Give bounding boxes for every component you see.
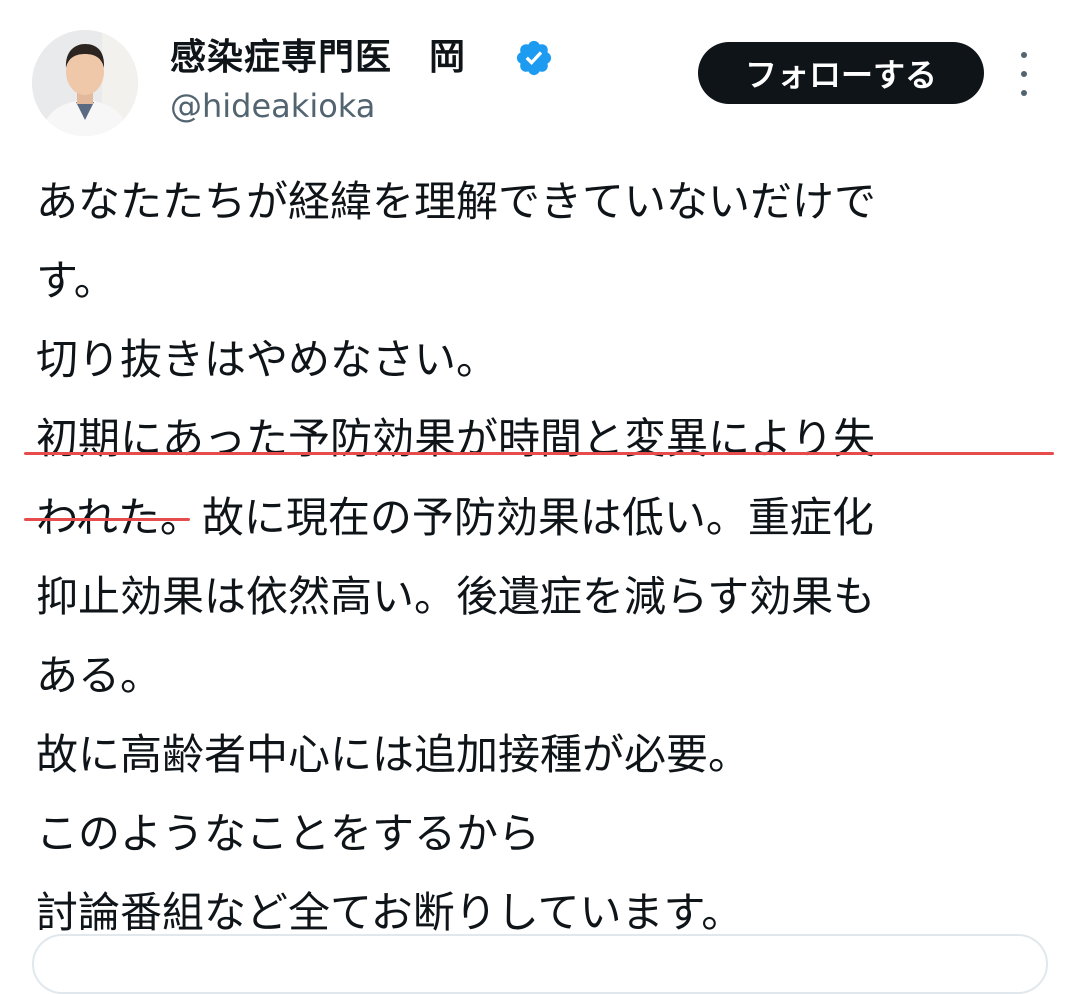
verified-badge-icon (516, 40, 552, 76)
more-vertical-icon[interactable] (1012, 52, 1036, 96)
tweet-line: 切り抜きはやめなさい。 (36, 335, 499, 384)
avatar-photo (32, 30, 138, 136)
tweet-line: す。 (36, 256, 116, 305)
avatar[interactable] (32, 30, 138, 136)
more-dot (1021, 52, 1027, 58)
display-name[interactable]: 感染症専門医 岡 (170, 36, 466, 80)
tweet-header: 感染症専門医 岡 @hideakioka フォローする (0, 0, 1080, 150)
tweet-line: 抑止効果は依然高い。後遺症を減らす効果も (36, 572, 876, 621)
follow-button[interactable]: フォローする (698, 42, 984, 104)
tweet-line: ある。 (36, 651, 163, 700)
tweet-line: このようなことをするから (36, 809, 541, 858)
annotation-underline (24, 518, 190, 521)
tweet-line: 故に高齢者中心には追加接種が必要。 (36, 730, 751, 779)
more-dot (1021, 90, 1027, 96)
annotation-underline (24, 452, 1054, 455)
user-handle[interactable]: @hideakioka (170, 86, 375, 126)
quoted-tweet-card[interactable] (32, 934, 1048, 994)
tweet-text: あなたたちが経緯を理解できていないだけで す。 切り抜きはやめなさい。 初期にあ… (36, 162, 1066, 952)
more-dot (1021, 71, 1027, 77)
tweet-line: あなたたちが経緯を理解できていないだけで (36, 177, 877, 226)
tweet-line: 初期にあった予防効果が時間と変異により失 (36, 414, 876, 463)
